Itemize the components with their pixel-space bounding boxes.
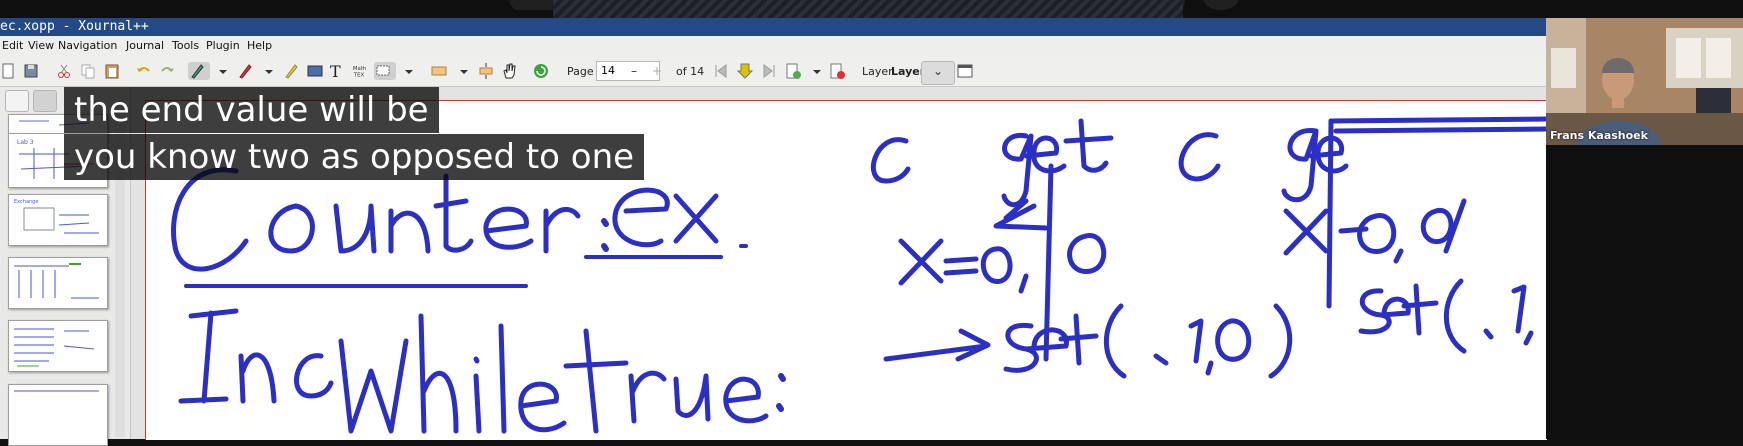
right-dark-panel [1546, 145, 1743, 439]
svg-text:T: T [330, 62, 341, 80]
svg-text:Exchange: Exchange [14, 199, 38, 205]
last-page-icon[interactable] [760, 62, 778, 80]
hand-tool-icon[interactable] [500, 62, 518, 80]
menu-view[interactable]: View [28, 39, 54, 52]
browser-round-button[interactable] [1203, 0, 1239, 10]
paste-icon[interactable] [103, 62, 121, 80]
menu-navigation[interactable]: Navigation [58, 39, 117, 52]
shape-dropdown-icon[interactable] [455, 62, 468, 80]
layer-dropdown-chevron: ⌄ [933, 64, 944, 78]
fullscreen-icon[interactable] [956, 62, 974, 80]
select-dropdown-icon[interactable] [400, 62, 413, 80]
cut-icon[interactable] [55, 62, 73, 80]
math-tex-icon[interactable]: Math TEX [352, 62, 372, 80]
eraser-icon[interactable] [236, 62, 254, 80]
refresh-icon[interactable] [532, 62, 550, 80]
page-thumbnail-15[interactable] [8, 384, 108, 446]
toolbar: T Math TEX Page 14 – + of 14 Layer Layer … [0, 57, 1546, 87]
vertical-space-icon[interactable] [477, 62, 495, 80]
menu-journal[interactable]: Journal [126, 39, 164, 52]
page-decrement-button[interactable]: – [622, 61, 646, 81]
highlighter-icon[interactable] [282, 62, 300, 80]
layer-dropdown[interactable]: ⌄ [921, 61, 955, 85]
menu-help[interactable]: Help [247, 39, 272, 52]
text-tool-icon[interactable]: T [328, 62, 346, 81]
caption-line-2: you know two as opposed to one [64, 134, 645, 180]
goto-page-icon[interactable] [736, 62, 754, 80]
pen-tool-icon[interactable] [188, 62, 210, 80]
svg-text:TEX: TEX [353, 72, 365, 78]
page-thumbnail-14[interactable] [8, 320, 108, 372]
page-number-value: 14 [601, 64, 615, 77]
rectangle-shape-icon[interactable] [430, 62, 448, 80]
layer-label: Layer [862, 65, 893, 78]
caption-line-1: the end value will be [64, 87, 439, 133]
page-thumbnail-13[interactable] [8, 257, 108, 309]
add-page-dropdown-icon[interactable] [808, 62, 821, 80]
undo-icon[interactable] [135, 62, 153, 80]
select-tool-icon[interactable] [374, 62, 396, 80]
menubar: Edit View Navigation Journal Tools Plugi… [0, 36, 1546, 58]
redo-icon[interactable] [158, 62, 176, 80]
sidebar-tab-outline[interactable] [5, 90, 29, 112]
webcam-video: Frans Kaashoek [1546, 18, 1743, 145]
menu-edit[interactable]: Edit [2, 39, 23, 52]
save-icon[interactable] [22, 62, 40, 80]
sidebar-tab-pages[interactable] [33, 90, 57, 112]
menu-plugin[interactable]: Plugin [206, 39, 240, 52]
browser-top-strip [0, 0, 1743, 18]
svg-text:Lab 3: Lab 3 [17, 139, 34, 146]
menu-tools[interactable]: Tools [172, 39, 199, 52]
loading-stripes [553, 0, 1183, 18]
window-titlebar: ec.xopp - Xournal++ [0, 18, 1546, 36]
delete-page-icon[interactable] [828, 62, 846, 80]
pen-dropdown-icon[interactable] [214, 62, 227, 80]
window-title: ec.xopp - Xournal++ [0, 19, 149, 34]
page-thumbnail-12[interactable]: Exchange [8, 194, 108, 246]
svg-text:Math: Math [353, 66, 366, 72]
page-label: Page [567, 65, 594, 78]
page-count-label: of 14 [676, 65, 705, 78]
new-document-icon[interactable] [0, 62, 18, 80]
add-page-icon[interactable] [784, 62, 802, 80]
eraser-dropdown-icon[interactable] [260, 62, 273, 80]
copy-icon[interactable] [79, 62, 97, 80]
image-icon[interactable] [306, 62, 324, 80]
first-page-icon[interactable] [712, 62, 730, 80]
page-increment-button[interactable]: + [645, 61, 669, 81]
participant-name: Frans Kaashoek [1550, 129, 1648, 142]
webcam-scene [1546, 18, 1743, 145]
